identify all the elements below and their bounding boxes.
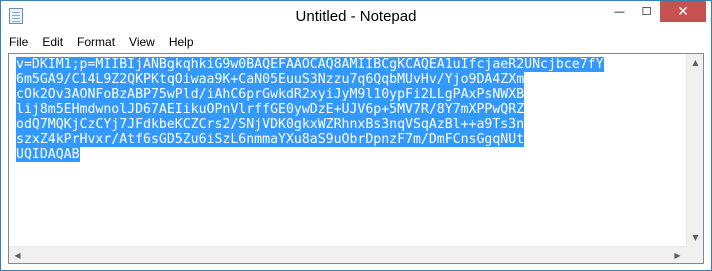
selected-text: szxZ4kPrHvxr/Atf6sGD5Zu6iSzL6nmmaYXu8aS9… — [16, 132, 525, 147]
menu-bar: File Edit Format View Help — [1, 32, 711, 51]
scrollbar-corner — [686, 246, 703, 263]
menu-view[interactable]: View — [122, 35, 162, 49]
scroll-right-icon[interactable]: ▶ — [669, 247, 686, 264]
title-bar[interactable]: Untitled - Notepad — ☐ ✕ — [1, 1, 711, 32]
menu-format[interactable]: Format — [70, 35, 122, 49]
text-line: lij8m5EHmdwnolJD67AEIikuOPnVlrffGE0ywDzE… — [16, 102, 686, 117]
selected-text: cOk2Ov3AONFoBzABP75wPld/iAhC6prGwkdR2xyi… — [16, 87, 525, 102]
selected-text: lij8m5EHmdwnolJD67AEIikuOPnVlrffGE0ywDzE… — [16, 102, 525, 117]
scroll-left-icon[interactable]: ◀ — [9, 247, 26, 264]
text-line: szxZ4kPrHvxr/Atf6sGD5Zu6iSzL6nmmaYXu8aS9… — [16, 132, 686, 147]
text-line: odQ7MQKjCzCYj7JFdkbeKCZCrs2/SNjVDK0gkxWZ… — [16, 117, 686, 132]
scroll-up-icon[interactable]: ▲ — [687, 54, 704, 71]
window-title: Untitled - Notepad — [295, 8, 417, 25]
text-line: cOk2Ov3AONFoBzABP75wPld/iAhC6prGwkdR2xyi… — [16, 87, 686, 102]
text-line: v=DKIM1;p=MIIBIjANBgkqhkiG9w0BAQEFAAOCAQ… — [16, 57, 686, 72]
selected-text: odQ7MQKjCzCYj7JFdkbeKCZCrs2/SNjVDK0gkxWZ… — [16, 117, 525, 132]
maximize-button[interactable]: ☐ — [633, 1, 660, 22]
menu-help[interactable]: Help — [162, 35, 201, 49]
minimize-button[interactable]: — — [606, 1, 633, 22]
menu-file[interactable]: File — [1, 35, 35, 49]
vertical-scrollbar[interactable]: ▲ ▼ — [686, 54, 703, 246]
selected-text: v=DKIM1;p=MIIBIjANBgkqhkiG9w0BAQEFAAOCAQ… — [16, 57, 604, 72]
text-line: 6m5GA9/C14L9Z2QKPKtqOiwaa9K+CaN05EuuS3Nz… — [16, 72, 686, 87]
text-editor[interactable]: v=DKIM1;p=MIIBIjANBgkqhkiG9w0BAQEFAAOCAQ… — [8, 53, 704, 264]
notepad-window: Untitled - Notepad — ☐ ✕ File Edit Forma… — [0, 0, 712, 271]
scroll-down-icon[interactable]: ▼ — [687, 229, 704, 246]
text-line: UQIDAQAB — [16, 147, 686, 162]
selected-text: 6m5GA9/C14L9Z2QKPKtqOiwaa9K+CaN05EuuS3Nz… — [16, 72, 525, 87]
horizontal-scrollbar[interactable]: ◀ ▶ — [9, 246, 686, 263]
text-area[interactable]: v=DKIM1;p=MIIBIjANBgkqhkiG9w0BAQEFAAOCAQ… — [9, 54, 686, 246]
close-button[interactable]: ✕ — [660, 1, 706, 22]
selected-text: UQIDAQAB — [16, 147, 80, 162]
menu-edit[interactable]: Edit — [35, 35, 70, 49]
